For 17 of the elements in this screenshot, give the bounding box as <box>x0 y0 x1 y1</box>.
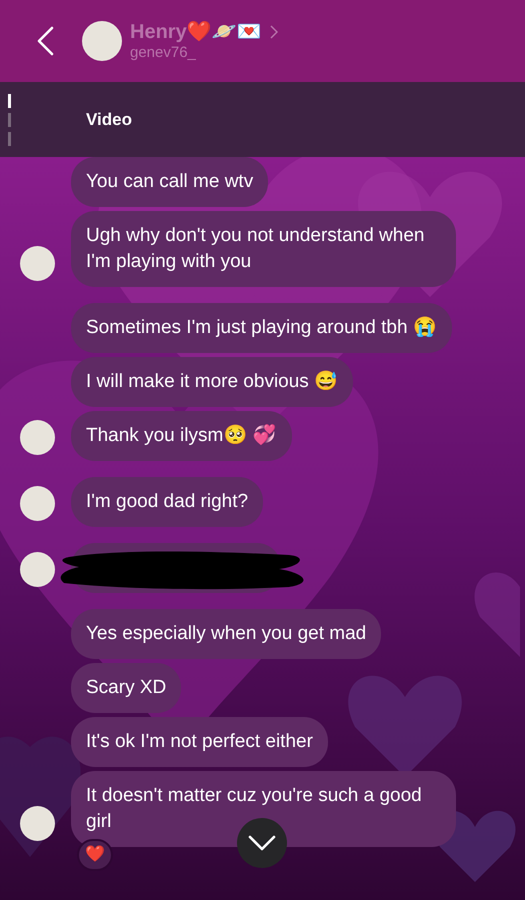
back-icon <box>36 26 56 56</box>
message-bubble[interactable]: Yes especially when you get mad <box>71 609 382 659</box>
message-bubble[interactable]: It's ok I'm not perfect either <box>71 717 328 767</box>
message-bubble[interactable]: Ugh why don't you not understand when I'm playing with you <box>71 211 456 287</box>
message-bubble[interactable]: Sometimes I'm just playing around tbh 😭 <box>71 303 452 353</box>
chevron-down-icon <box>248 834 276 851</box>
chevron-right-icon <box>270 25 278 39</box>
message-bubble[interactable]: It doesn't matter cuz you're such a good girl <box>71 771 456 847</box>
message-bubble[interactable]: Thank you ilysm🥺 💞 <box>71 411 292 461</box>
message-bubble[interactable]: You can call me wtv <box>71 157 268 207</box>
pinned-indicator-icon <box>8 94 11 146</box>
message-bubble[interactable]: Scary XD <box>71 663 182 713</box>
message-bubble[interactable]: I will make it more obvious 😅 <box>71 357 354 407</box>
avatar[interactable] <box>82 21 122 61</box>
message-bubble[interactable]: I'm good dad right? <box>71 477 264 527</box>
pinned-message[interactable]: Video <box>86 106 132 132</box>
username: genev76_ <box>130 44 197 62</box>
